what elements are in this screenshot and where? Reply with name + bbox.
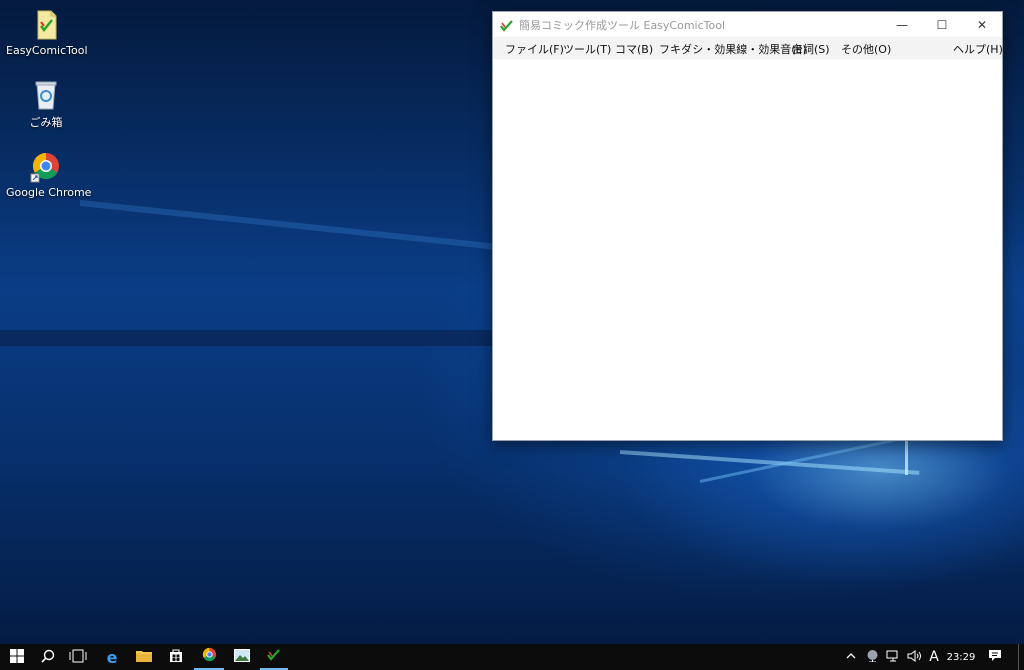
desktop-icon-easycomictool[interactable]: EasyComicTool	[6, 8, 88, 57]
app-icon	[500, 18, 514, 32]
chevron-up-icon	[846, 652, 856, 663]
taskbar-chrome[interactable]	[194, 644, 224, 670]
speaker-icon	[907, 649, 922, 665]
easycomictool-file-icon	[29, 8, 63, 42]
taskbar-file-explorer[interactable]	[128, 644, 160, 670]
network-icon	[886, 650, 900, 665]
desktop-icon-chrome[interactable]: Google Chrome	[6, 150, 92, 199]
menu-tools[interactable]: ツール(T)	[563, 41, 611, 57]
chrome-icon	[29, 150, 63, 184]
task-view-button[interactable]	[62, 644, 94, 670]
window-titlebar[interactable]: 簡易コミック作成ツール EasyComicTool — ☐ ✕	[493, 12, 1002, 37]
wallpaper-beam	[79, 200, 518, 252]
taskbar-photos[interactable]	[226, 644, 258, 670]
desktop: EasyComicTool ごみ箱 Google Chrome 簡易コミック作成…	[0, 0, 1024, 644]
search-icon	[41, 649, 55, 666]
action-center-button[interactable]	[984, 644, 1006, 670]
photo-viewer-icon	[234, 649, 250, 665]
tray-app-button[interactable]	[862, 644, 882, 670]
wallpaper-beam	[0, 330, 520, 346]
desktop-icon-label: EasyComicTool	[6, 44, 88, 57]
volume-button[interactable]	[904, 644, 924, 670]
notification-icon	[988, 649, 1002, 665]
taskbar-edge[interactable]: e	[96, 644, 128, 670]
app-window: 簡易コミック作成ツール EasyComicTool — ☐ ✕ ファイル(F) …	[492, 11, 1003, 441]
network-button[interactable]	[883, 644, 903, 670]
taskbar: e A 23:29	[0, 644, 1024, 670]
minimize-button[interactable]: —	[882, 12, 922, 37]
maximize-icon: ☐	[936, 17, 948, 32]
close-button[interactable]: ✕	[962, 12, 1002, 37]
desktop-icon-label: ごみ箱	[29, 116, 63, 129]
recycle-bin-icon	[29, 78, 63, 112]
chrome-icon	[202, 647, 217, 665]
start-button[interactable]	[0, 644, 34, 670]
menu-koma[interactable]: コマ(B)	[615, 41, 653, 57]
menu-fukidashi[interactable]: フキダシ・効果線・効果音(E)	[659, 41, 807, 57]
wallpaper-beam	[619, 450, 920, 475]
menu-help[interactable]: ヘルプ(H)	[953, 41, 1003, 57]
minimize-icon: —	[896, 17, 908, 32]
folder-icon	[136, 649, 152, 665]
menu-bar: ファイル(F) ツール(T) コマ(B) フキダシ・効果線・効果音(E) 台詞(…	[493, 37, 1003, 59]
easycomictool-icon	[267, 648, 281, 665]
search-button[interactable]	[34, 644, 62, 670]
clock[interactable]: 23:29	[944, 644, 978, 670]
window-client-area[interactable]	[493, 59, 1002, 440]
menu-file[interactable]: ファイル(F)	[505, 41, 564, 57]
desktop-icon-label: Google Chrome	[6, 186, 92, 199]
show-desktop-button[interactable]	[1018, 644, 1024, 670]
taskbar-store[interactable]	[160, 644, 192, 670]
globe-icon	[866, 649, 879, 665]
desktop-icon-recycle-bin[interactable]: ごみ箱	[6, 78, 86, 130]
edge-icon: e	[106, 647, 118, 667]
taskbar-easycomictool[interactable]	[260, 644, 288, 670]
task-view-icon	[69, 649, 87, 666]
close-icon: ✕	[976, 17, 988, 32]
windows-logo-icon	[10, 648, 24, 666]
show-hidden-icons-button[interactable]	[842, 644, 860, 670]
menu-other[interactable]: その他(O)	[841, 41, 891, 57]
menu-serifu[interactable]: 台詞(S)	[792, 41, 830, 57]
window-title: 簡易コミック作成ツール EasyComicTool	[519, 19, 726, 32]
store-icon	[169, 649, 183, 666]
ime-indicator[interactable]: A	[925, 644, 943, 670]
maximize-button[interactable]: ☐	[922, 12, 962, 37]
